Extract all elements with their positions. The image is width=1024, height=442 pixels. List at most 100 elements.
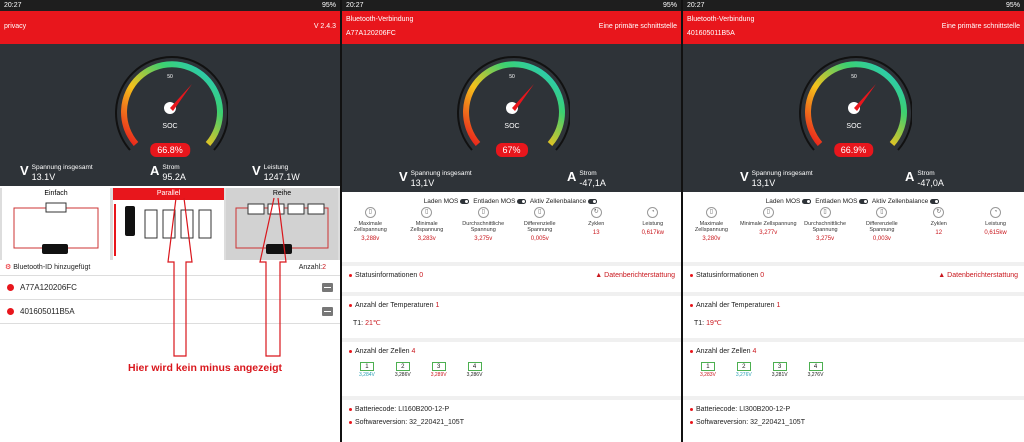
stat-label: Durchschnittliche Spannung — [462, 221, 505, 233]
battery-icon: ▯ — [705, 207, 717, 218]
battery-icon: ▯ — [421, 207, 433, 218]
temp-value: 19℃ — [706, 320, 722, 327]
battery-code: LI300B200-12-P — [739, 406, 791, 413]
discharge-mos-label: Entladen MOS — [815, 198, 858, 205]
stat-value: 3,275v — [474, 236, 493, 242]
balance-toggle[interactable] — [588, 198, 598, 204]
cell-count-label: Anzahl der Zellen — [696, 348, 751, 355]
annotation-text: Hier wird kein minus angezeigt — [128, 362, 283, 374]
bullet-icon — [690, 407, 693, 411]
cell-item: 3 3,281V — [772, 362, 788, 378]
status-bar: 20:27 95% — [342, 0, 681, 11]
current-value: -47,0A — [917, 178, 944, 188]
current-label: Strom — [917, 170, 935, 177]
stat-label: Leistung — [642, 221, 664, 227]
charge-mos-label: Laden MOS — [423, 198, 459, 205]
software-label: Softwareversion: — [355, 419, 408, 426]
screen-overview: 20:27 95% privacy V 2.4.3 SOC 50 66.8% V… — [0, 0, 340, 442]
cycle-icon: ↻ — [590, 207, 602, 218]
balance-label: Aktiv Zellenbalance — [529, 198, 587, 205]
stat-value: 0,617kw — [641, 230, 664, 236]
stat-cycles: ↻ Zyklen 13 — [568, 207, 625, 257]
battery-icon: ▯ — [819, 207, 831, 218]
cell-voltage: 3,286V — [394, 372, 411, 378]
cell-item: 2 3,276V — [736, 362, 752, 378]
cell-count-value: 4 — [411, 348, 416, 355]
stat-value: 0,615kw — [984, 230, 1007, 236]
stat-value: 0,005v — [530, 236, 549, 242]
soc-label: SOC — [846, 123, 861, 130]
stat-value: 3,288v — [361, 236, 380, 242]
bullet-icon — [690, 303, 693, 307]
mos-status-row: Laden MOS Entladen MOS Aktiv Zellenbalan… — [683, 196, 1024, 207]
discharge-mos-toggle[interactable] — [517, 198, 527, 204]
soc-label: SOC — [504, 123, 519, 130]
cell-number: 3 — [772, 362, 787, 371]
battery-icon: ▯ — [477, 207, 489, 218]
current-label: Strom — [579, 170, 597, 177]
battery-icon: ▯ — [762, 207, 774, 218]
cell-item: 4 3,276V — [807, 362, 824, 378]
charge-mos-label: Laden MOS — [765, 198, 801, 205]
screenshot-collage: 20:27 95% privacy V 2.4.3 SOC 50 66.8% V… — [0, 0, 1024, 442]
gauge-icon: ◔ — [990, 207, 1002, 218]
cell-voltage: 3,284V — [359, 372, 375, 378]
discharge-mos-toggle[interactable] — [859, 198, 869, 204]
temp-count-value: 1 — [776, 302, 781, 309]
cell-voltage: 3,276V — [807, 372, 824, 378]
stat-value: 3,280v — [702, 236, 721, 242]
current-metric: A Strom -47,1A — [567, 170, 606, 188]
cell-number: 4 — [808, 362, 823, 371]
data-report-link[interactable]: ▲ Datenberichterstattung — [595, 272, 675, 279]
stat-cycles: ↻ Zyklen 12 — [910, 207, 967, 257]
bluetooth-connection-link[interactable]: Bluetooth-Verbindung — [346, 16, 413, 23]
stat-value: 3,277v — [759, 230, 778, 236]
cell-stats: ▯ Maximale Zellspannung 3,280v ▯ Minimale Z… — [683, 207, 1024, 257]
cycle-icon: ↻ — [933, 207, 945, 218]
stat-label: Differenzielle Spannung — [866, 221, 898, 233]
temp-count-value: 1 — [435, 302, 440, 309]
cell-voltage: 3,283V — [700, 372, 716, 378]
cells-section: Anzahl der Zellen 4 1 3,284V 2 3,286V 3 3,2… — [342, 338, 681, 396]
cell-number: 1 — [359, 362, 374, 371]
stat-power: ◔ Leistung 0,617kw — [625, 207, 682, 257]
voltage-value: 13,1V — [751, 178, 776, 188]
stat-max-cell: ▯ Maximale Zellspannung 3,288v — [342, 207, 399, 257]
gauge-panel: SOC 50 67% V Spannung insgesamt 13,1V A … — [342, 44, 681, 192]
status-info-value: 0 — [760, 272, 765, 279]
tick-label: 50 — [509, 74, 515, 80]
balance-toggle[interactable] — [930, 198, 940, 204]
bluetooth-connection-link[interactable]: Bluetooth-Verbindung — [687, 16, 754, 23]
status-bar: 20:27 95% — [683, 0, 1024, 11]
gauge-icon: ◔ — [647, 207, 659, 218]
tick-label: 50 — [851, 74, 857, 80]
data-report-link[interactable]: ▲ Datenberichterstattung — [938, 272, 1018, 279]
battery-code: LI160B200-12-P — [398, 406, 450, 413]
stat-label: Differenzielle Spannung — [523, 221, 556, 233]
primary-interface-link[interactable]: Eine primäre schnittstelle — [942, 23, 1020, 30]
temp-value: 21℃ — [365, 320, 381, 327]
bullet-icon — [349, 420, 352, 424]
stat-value: 13 — [592, 230, 600, 236]
bullet-icon — [690, 349, 693, 353]
data-report-label: Datenberichterstattung — [947, 272, 1018, 279]
stat-value: 0,003v — [872, 236, 891, 242]
software-version: 32_220421_105T — [750, 419, 805, 426]
bullet-icon — [349, 303, 352, 307]
stat-label: Maximale Zellspannung — [353, 221, 387, 233]
battery-info-section: Batteriecode: LI160B200-12-P Softwarever… — [342, 396, 681, 442]
status-time: 20:27 — [687, 2, 705, 9]
stat-min-cell: ▯ Minimale Zellspannung 3,277v — [740, 207, 797, 257]
bullet-icon — [690, 420, 693, 424]
warning-icon: ▲ — [938, 272, 946, 279]
status-info-label: Statusinformationen — [696, 272, 759, 279]
charge-mos-toggle[interactable] — [802, 198, 812, 204]
voltage-icon: V — [399, 169, 408, 184]
voltage-metric: V Spannung insgesamt 13,1V — [399, 170, 472, 188]
stat-label: Leistung — [985, 221, 1006, 227]
soc-value-badge: 67% — [495, 143, 528, 157]
cell-item: 1 3,283V — [700, 362, 716, 378]
charge-mos-toggle[interactable] — [460, 198, 470, 204]
primary-interface-link[interactable]: Eine primäre schnittstelle — [599, 23, 677, 30]
cell-item: 2 3,286V — [395, 362, 411, 378]
